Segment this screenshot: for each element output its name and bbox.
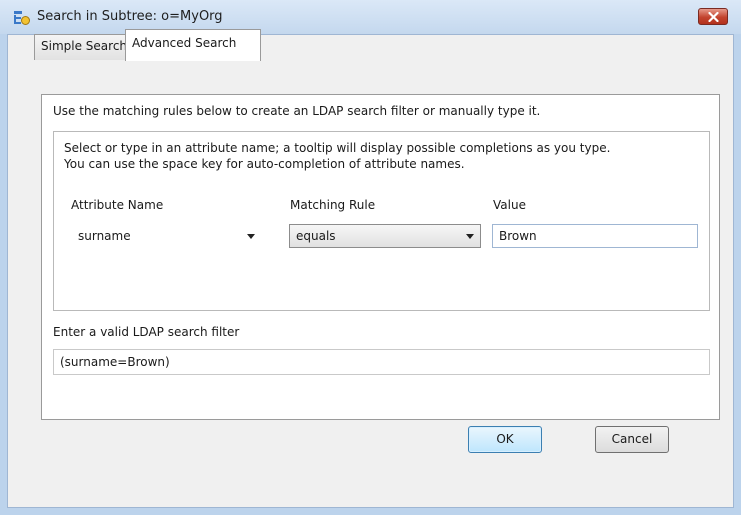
matching-rules-group: Select or type in an attribute name; a t… — [53, 131, 710, 311]
filter-label: Enter a valid LDAP search filter — [53, 325, 240, 339]
tab-advanced-search[interactable]: Advanced Search — [125, 29, 261, 61]
close-button[interactable] — [698, 8, 728, 25]
matching-rule-label: Matching Rule — [290, 198, 376, 212]
matching-rule-value: equals — [296, 229, 336, 243]
advanced-search-panel: Use the matching rules below to create a… — [41, 94, 720, 420]
value-input[interactable]: Brown — [492, 224, 698, 248]
attribute-hint: Select or type in an attribute name; a t… — [64, 140, 610, 172]
attribute-name-value: surname — [78, 229, 131, 243]
value-label: Value — [493, 198, 526, 212]
window-title: Search in Subtree: o=MyOrg — [37, 9, 223, 24]
ok-button[interactable]: OK — [468, 426, 542, 453]
chevron-down-icon[interactable] — [247, 234, 255, 239]
directory-search-icon — [13, 10, 31, 26]
hint-line-2: You can use the space key for auto-compl… — [64, 157, 465, 171]
panel-description: Use the matching rules below to create a… — [53, 104, 541, 118]
cancel-button[interactable]: Cancel — [595, 426, 669, 453]
hint-line-1: Select or type in an attribute name; a t… — [64, 141, 611, 155]
attribute-name-label: Attribute Name — [71, 198, 164, 212]
close-icon — [708, 12, 719, 22]
title-bar[interactable]: Search in Subtree: o=MyOrg — [0, 0, 741, 34]
attribute-name-combobox[interactable]: surname — [71, 224, 262, 248]
chevron-down-icon[interactable] — [466, 234, 474, 239]
dialog-window: Search in Subtree: o=MyOrg Simple Search… — [0, 0, 741, 515]
ldap-filter-input[interactable]: (surname=Brown) — [53, 349, 710, 375]
matching-rule-select[interactable]: equals — [289, 224, 481, 248]
